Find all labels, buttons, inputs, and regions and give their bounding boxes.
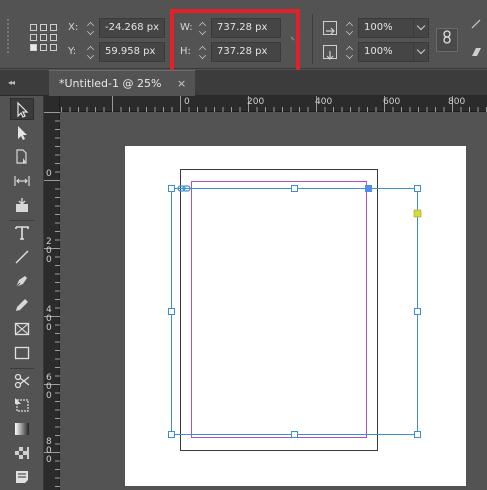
scale-x-dropdown[interactable] [413,18,429,38]
canvas-overlay [168,169,422,451]
y-label: Y: [68,46,77,57]
ruler-left-label: 200 [46,237,52,265]
note-tool-icon[interactable] [10,466,34,488]
ruler-origin[interactable] [44,96,60,112]
ruler-left-label: 800 [46,437,52,465]
content-collector-icon[interactable] [10,194,34,216]
free-transform-tool-icon[interactable] [10,394,34,416]
vertical-ruler[interactable]: 0 200 400 600 800 [44,112,60,490]
gap-tool-icon[interactable] [10,170,34,192]
ruler-left-label: 600 [46,373,52,401]
control-bar: X: -24.268 px Y: 59.958 px W: 737.28 px … [0,4,487,76]
scale-x-field[interactable]: 100% [358,18,414,38]
x-position-field[interactable]: -24.268 px [99,18,165,38]
tab-title: *Untitled-1 @ 25% [59,77,162,90]
ruler-left-label: 400 [46,305,52,333]
indesign-window: X: -24.268 px Y: 59.958 px W: 737.28 px … [0,0,487,490]
page-tool-icon[interactable] [10,146,34,168]
tool-separator [10,220,34,221]
rectangle-frame-tool-icon[interactable] [10,318,34,340]
horizontal-ruler[interactable]: 0 0 200 400 600 800 [44,96,487,112]
handle-top-center[interactable] [291,185,298,192]
x-label: X: [68,22,79,33]
handle-top-right[interactable] [414,185,421,192]
x-stepper[interactable] [84,18,98,38]
page-border [180,169,378,451]
ruler-top-label: 400 [315,97,333,107]
toolbox [0,96,44,490]
rotate-shear-icons[interactable] [468,16,484,62]
handle-bottom-left[interactable] [168,431,175,438]
ruler-top-label: 0 [184,97,190,107]
rectangle-tool-icon[interactable] [10,342,34,364]
pen-tool-icon[interactable] [10,270,34,292]
handle-top-left[interactable] [168,185,175,192]
gradient-feather-tool-icon[interactable] [10,442,34,464]
scale-y-stepper[interactable] [343,42,357,62]
separator [312,14,313,64]
selection-tool-icon[interactable] [10,98,34,120]
margin-guides [191,181,367,438]
scale-y-dropdown[interactable] [413,42,429,62]
scale-x-icon [323,21,337,35]
handle-middle-left[interactable] [168,308,175,315]
y-stepper[interactable] [84,42,98,62]
pencil-tool-icon[interactable] [10,294,34,316]
link-scale-icon[interactable] [436,28,458,52]
ruler-top-label: 200 [247,97,265,107]
handle-middle-right[interactable] [414,308,421,315]
document-tab-bar: ◂◂ *Untitled-1 @ 25% × [0,70,487,96]
tab-close-icon[interactable]: × [177,77,186,90]
selection-frame[interactable] [171,188,418,435]
scale-y-field[interactable]: 100% [358,42,414,62]
highlight-box [170,9,300,76]
line-tool-icon[interactable] [10,246,34,268]
ruler-ticks [44,96,487,112]
ruler-top-label: 800 [448,97,466,107]
direct-selection-tool-icon[interactable] [10,122,34,144]
control-bar-grip[interactable] [6,18,10,54]
handle-bottom-center[interactable] [291,431,298,438]
gradient-swatch-tool-icon[interactable] [10,418,34,440]
scale-x-stepper[interactable] [343,18,357,38]
type-tool-icon[interactable] [10,222,34,244]
y-position-field[interactable]: 59.958 px [99,42,165,62]
handle-bottom-right[interactable] [414,431,421,438]
pasteboard[interactable] [61,113,487,490]
tab-untitled-1[interactable]: *Untitled-1 @ 25% × [49,70,195,96]
scale-y-icon [323,45,337,60]
tool-separator [10,368,34,369]
toolbox-grip-icon[interactable]: ◂◂ [8,78,15,87]
frame-anchor-square[interactable] [365,185,372,192]
ruler-top-label: 600 [383,97,401,107]
reference-point-icon[interactable] [30,24,58,52]
corner-options-handle[interactable] [413,209,422,218]
ruler-left-label: 0 [46,169,52,179]
scissors-tool-icon[interactable] [10,370,34,392]
